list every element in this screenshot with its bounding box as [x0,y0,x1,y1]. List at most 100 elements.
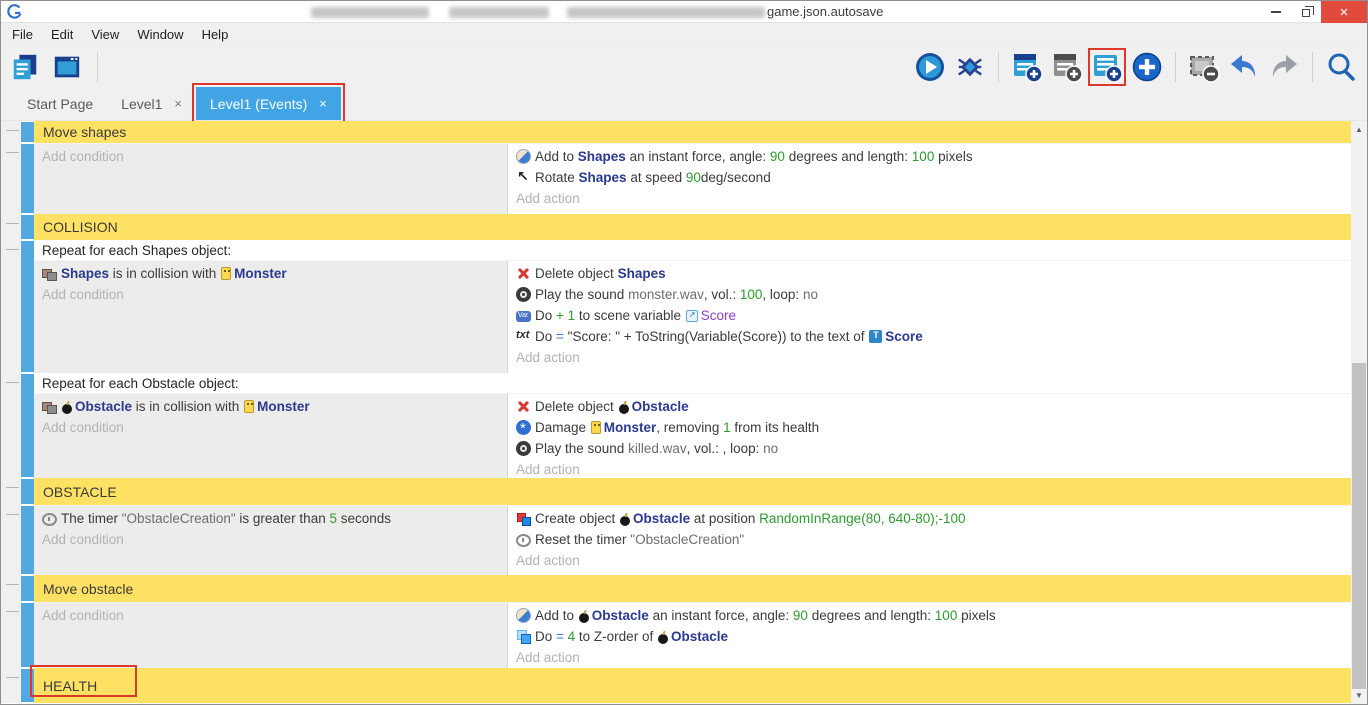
action-line[interactable]: Add to Shapes an instant force, angle: 9… [508,146,1353,167]
scroll-down-arrow-icon[interactable]: ▼ [1351,687,1367,704]
action-line[interactable]: Create object Obstacle at position Rando… [508,508,1353,529]
action-line[interactable]: Delete object Obstacle [508,396,1353,417]
event-drag-bar[interactable] [21,215,34,239]
text: pixels [934,149,972,164]
event-drag-bar[interactable] [21,122,34,142]
event-drag-bar[interactable] [21,374,34,477]
menu-item-window[interactable]: Window [128,27,192,42]
event-body: Add condition Add to Shapes an instant fo… [34,143,1353,214]
object-name: Monster [234,266,287,281]
add-comment-icon[interactable] [1051,51,1083,83]
group-header-obstacle[interactable]: OBSTACLE [34,478,1353,505]
event-drag-bar[interactable] [21,479,34,504]
add-condition-button[interactable]: Add condition [34,146,507,167]
add-action-button[interactable]: Add action [508,647,1353,668]
text: Play the sound [535,287,628,302]
scrollbar-thumb[interactable] [1352,363,1366,689]
action-line[interactable]: Rotate Shapes at speed 90deg/second [508,167,1353,188]
add-action-button[interactable]: Add action [508,188,1353,209]
action-line[interactable]: Do = 4 to Z-order of Obstacle [508,626,1353,647]
condition-line[interactable]: Obstacle is in collision with Monster [34,396,507,417]
event-drag-bar[interactable] [21,506,34,574]
redacted-title-text [449,7,549,18]
menu-bar: FileEditViewWindowHelp [1,23,1367,46]
add-action-button[interactable]: Add action [508,550,1353,571]
add-sub-event-icon[interactable] [1091,51,1123,83]
number-value: 100 [912,149,935,164]
add-condition-button[interactable]: Add condition [34,417,507,438]
add-event-icon[interactable] [1011,51,1043,83]
event-drag-bar[interactable] [21,603,34,667]
tab-bar: Start Page Level1 × Level1 (Events) × [1,88,1367,121]
play-icon[interactable] [914,51,946,83]
search-icon[interactable] [1325,51,1357,83]
action-line[interactable]: Add to Obstacle an instant force, angle:… [508,605,1353,626]
close-button[interactable]: × [1321,1,1367,23]
condition-line[interactable]: The timer "ObstacleCreation" is greater … [34,508,507,529]
menu-item-view[interactable]: View [82,27,128,42]
group-header-move-obstacle[interactable]: Move obstacle [34,575,1353,602]
sound-icon [516,441,531,456]
action-line[interactable]: Do = "Score: " + ToString(Variable(Score… [508,326,1353,347]
object-name: Obstacle [592,608,649,623]
action-line[interactable]: Play the sound monster.wav, vol.: 100, l… [508,284,1353,305]
menu-item-file[interactable]: File [3,27,42,42]
event-group-row: COLLISION [1,214,1353,240]
tab-level1[interactable]: Level1 × [107,87,196,120]
placeholder-label: Add condition [42,149,124,164]
group-header-health[interactable]: HEALTH [34,668,1353,703]
debug-icon[interactable] [954,51,986,83]
number-value: 90 [793,608,808,623]
event-content: The timer "ObstacleCreation" is greater … [34,505,1353,575]
menu-item-edit[interactable]: Edit [42,27,82,42]
damage-icon [516,420,531,435]
app-logo-icon [7,4,23,20]
scroll-up-arrow-icon[interactable]: ▲ [1351,121,1367,138]
action-line[interactable]: Reset the timer "ObstacleCreation" [508,529,1353,550]
tab-start-page[interactable]: Start Page [13,87,107,120]
add-action-button[interactable]: Add action [508,459,1353,480]
event-drag-bar[interactable] [21,576,34,601]
add-condition-button[interactable]: Add condition [34,529,507,550]
redo-icon[interactable] [1268,51,1300,83]
tab-level1-events[interactable]: Level1 (Events) × [196,87,341,120]
event-drag-bar[interactable] [21,144,34,213]
minimize-button[interactable] [1261,1,1291,23]
group-header-collision[interactable]: COLLISION [34,214,1353,240]
event-body: Shapes is in collision with MonsterAdd c… [34,260,1353,373]
event-gutter [1,602,21,668]
add-event-dialog-icon[interactable] [1131,51,1163,83]
tab-close-icon[interactable]: × [174,96,182,111]
restore-button[interactable] [1291,1,1321,23]
operator: = [556,629,568,644]
action-line[interactable]: Play the sound killed.wav, vol.: , loop:… [508,438,1353,459]
event-drag-bar[interactable] [21,669,34,702]
conditions-pane: The timer "ObstacleCreation" is greater … [34,506,508,575]
event-drag-bar[interactable] [21,241,34,372]
action-line[interactable]: Delete object Shapes [508,263,1353,284]
vertical-scrollbar[interactable]: ▲ ▼ [1351,121,1367,704]
condition-line[interactable]: Shapes is in collision with Monster [34,263,507,284]
action-line[interactable]: Do + 1 to scene variable Score [508,305,1353,326]
group-header-move-shapes[interactable]: Move shapes [34,121,1353,143]
action-line[interactable]: Damage Monster, removing 1 from its heal… [508,417,1353,438]
toggle-event-disabled-icon[interactable] [1188,51,1220,83]
add-condition-button[interactable]: Add condition [34,605,507,626]
text: degrees and length: [785,149,912,164]
scene-window-icon[interactable] [51,51,83,83]
tab-close-icon[interactable]: × [319,96,327,111]
object-name: Shapes [578,149,626,164]
undo-icon[interactable] [1228,51,1260,83]
event-group-row: Move shapes [1,121,1353,143]
repeat-event-label[interactable]: Repeat for each Obstacle object: [34,373,1353,393]
add-condition-button[interactable]: Add condition [34,284,507,305]
text: Play the sound [535,441,628,456]
placeholder-label: Add condition [42,608,124,623]
project-manager-icon[interactable] [9,51,41,83]
repeat-event-label[interactable]: Repeat for each Shapes object: [34,240,1353,260]
menu-item-help[interactable]: Help [193,27,238,42]
tab-label: Level1 (Events) [210,96,307,112]
tab-label: Level1 [121,96,162,112]
add-action-button[interactable]: Add action [508,347,1353,368]
event-content: Move shapes [34,121,1353,143]
